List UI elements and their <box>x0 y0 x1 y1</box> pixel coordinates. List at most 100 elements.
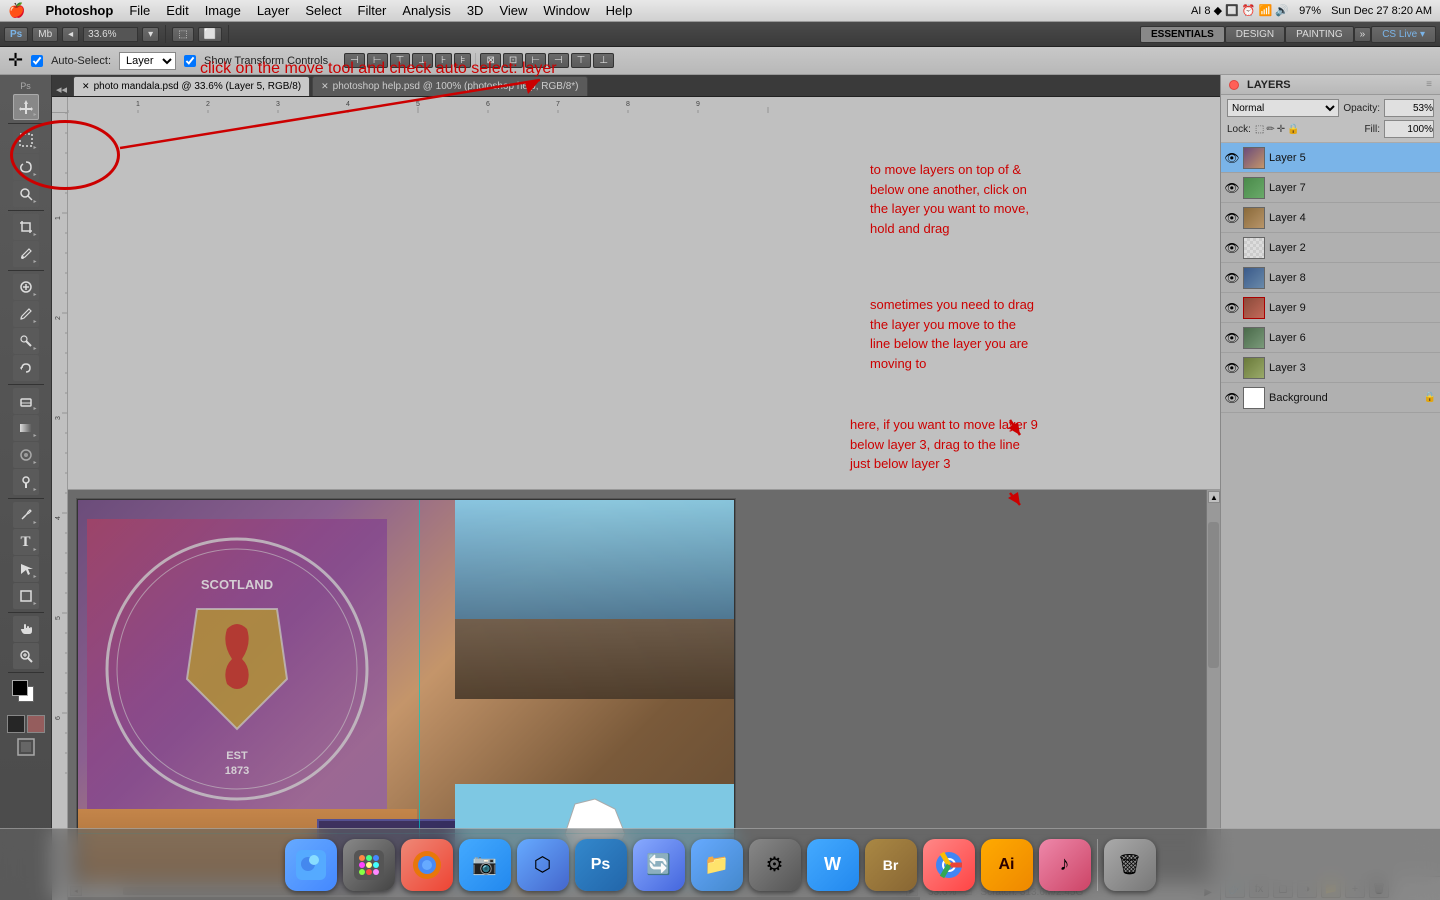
doc-canvas[interactable]: EST 1873 SCOTLAND <box>68 490 1206 882</box>
align-center-h[interactable]: ⊢ <box>367 53 388 68</box>
crop-tool[interactable]: ▸ <box>13 214 39 240</box>
quick-mask-mode[interactable] <box>27 715 45 733</box>
dock-illustrator[interactable]: Ai <box>981 839 1033 891</box>
screen-mode[interactable]: ⬚ <box>172 27 193 42</box>
lock-position[interactable]: ✛ <box>1277 124 1285 135</box>
auto-select-dropdown[interactable]: Layer Group <box>119 52 176 70</box>
gradient-tool[interactable]: ▸ <box>13 415 39 441</box>
marquee-tool[interactable]: ▸ <box>13 127 39 153</box>
layer-eye-7[interactable]: 👁 <box>1225 181 1239 195</box>
color-swatches[interactable] <box>12 680 40 708</box>
zoom-display[interactable]: 33.6% <box>83 27 138 42</box>
menu-3d[interactable]: 3D <box>467 3 484 18</box>
eyedropper-tool[interactable]: ▸ <box>13 241 39 267</box>
distribute-4[interactable]: ⊣ <box>548 53 569 68</box>
menu-filter[interactable]: Filter <box>358 3 387 18</box>
layer-item-2[interactable]: 👁 Layer 2 <box>1221 233 1440 263</box>
layer-item-7[interactable]: 👁 Layer 7 <box>1221 173 1440 203</box>
menu-layer[interactable]: Layer <box>257 3 290 18</box>
path-select-tool[interactable]: ▸ <box>13 556 39 582</box>
layer-item-bg[interactable]: 👁 Background 🔒 <box>1221 383 1440 413</box>
auto-select-checkbox[interactable] <box>31 55 43 67</box>
align-center-v[interactable]: ⊦ <box>435 53 452 68</box>
hand-tool[interactable] <box>13 616 39 642</box>
tab-close-1[interactable]: ✕ <box>82 81 90 92</box>
scroll-up[interactable]: ▲ <box>1208 491 1220 503</box>
layer-item-6[interactable]: 👁 Layer 6 <box>1221 323 1440 353</box>
navigate-back[interactable]: ◂ <box>62 27 79 42</box>
brush-tool[interactable]: ▸ <box>13 301 39 327</box>
align-top[interactable]: ⊥ <box>412 53 433 68</box>
align-left[interactable]: ⊣ <box>344 53 365 68</box>
panel-grip[interactable]: ≡ <box>1426 79 1432 90</box>
layer-item-8[interactable]: 👁 Layer 8 <box>1221 263 1440 293</box>
dock-launchpad[interactable] <box>343 839 395 891</box>
move-tool-icon[interactable]: ✛ <box>8 50 23 71</box>
dock-settings[interactable]: ⚙ <box>749 839 801 891</box>
dock-firefox[interactable] <box>401 839 453 891</box>
lock-transparent[interactable]: ⬚ <box>1255 124 1264 135</box>
tab-photo-mandala[interactable]: ✕ photo mandala.psd @ 33.6% (Layer 5, RG… <box>73 76 310 96</box>
standard-mode[interactable] <box>7 715 25 733</box>
zoom-tool[interactable] <box>13 643 39 669</box>
menu-window[interactable]: Window <box>543 3 589 18</box>
menu-photoshop[interactable]: Photoshop <box>45 3 113 18</box>
dock-iphoto[interactable]: 📷 <box>459 839 511 891</box>
layer-eye-6[interactable]: 👁 <box>1225 331 1239 345</box>
layer-eye-4[interactable]: 👁 <box>1225 211 1239 225</box>
layer-eye-9[interactable]: 👁 <box>1225 301 1239 315</box>
layer-eye-2[interactable]: 👁 <box>1225 241 1239 255</box>
layer-eye-8[interactable]: 👁 <box>1225 271 1239 285</box>
layer-item-4[interactable]: 👁 Layer 4 <box>1221 203 1440 233</box>
eraser-tool[interactable]: ▸ <box>13 388 39 414</box>
distribute-2[interactable]: ⊡ <box>503 53 523 68</box>
screen-mode-2[interactable]: ⬜ <box>198 27 222 42</box>
show-transform-checkbox[interactable] <box>184 55 196 67</box>
layer-item-9[interactable]: 👁 Layer 9 <box>1221 293 1440 323</box>
dock-aperture[interactable]: ⬡ <box>517 839 569 891</box>
dock-word[interactable]: W <box>807 839 859 891</box>
ws-design[interactable]: DESIGN <box>1225 26 1285 43</box>
dodge-tool[interactable]: ▸ <box>13 469 39 495</box>
align-right[interactable]: ⊤ <box>390 53 411 68</box>
clone-tool[interactable]: ▸ <box>13 328 39 354</box>
ws-more[interactable]: » <box>1354 27 1372 42</box>
collapse-panels[interactable]: ◂◂ <box>56 83 67 96</box>
opacity-input[interactable] <box>1384 99 1434 117</box>
scroll-thumb-v[interactable] <box>1208 522 1219 668</box>
distribute-6[interactable]: ⊥ <box>593 53 614 68</box>
quick-select-tool[interactable]: ▸ <box>13 181 39 207</box>
shape-tool[interactable]: ▸ <box>13 583 39 609</box>
distribute-5[interactable]: ⊤ <box>571 53 592 68</box>
layer-item-5[interactable]: 👁 Layer 5 <box>1221 143 1440 173</box>
mb-btn[interactable]: Mb <box>32 27 58 42</box>
menu-edit[interactable]: Edit <box>166 3 188 18</box>
layer-item-3[interactable]: 👁 Layer 3 <box>1221 353 1440 383</box>
menu-help[interactable]: Help <box>606 3 633 18</box>
distribute-3[interactable]: ⊢ <box>525 53 546 68</box>
dock-chrome[interactable] <box>923 839 975 891</box>
fill-input[interactable] <box>1384 120 1434 138</box>
dock-bridge[interactable]: Br <box>865 839 917 891</box>
panel-close-btn[interactable] <box>1229 80 1239 90</box>
healing-tool[interactable]: ▸ <box>13 274 39 300</box>
menu-select[interactable]: Select <box>305 3 341 18</box>
menu-view[interactable]: View <box>499 3 527 18</box>
zoom-dropdown[interactable]: ▾ <box>142 27 159 42</box>
layer-eye-3[interactable]: 👁 <box>1225 361 1239 375</box>
history-brush-tool[interactable] <box>13 355 39 381</box>
lasso-tool[interactable]: ▸ <box>13 154 39 180</box>
layer-eye-5[interactable]: 👁 <box>1225 151 1239 165</box>
ws-painting[interactable]: PAINTING <box>1285 26 1353 43</box>
apple-menu[interactable]: 🍎 <box>8 2 25 19</box>
move-tool[interactable]: ▸ <box>13 94 39 120</box>
tab-close-2[interactable]: ✕ <box>321 81 329 92</box>
ws-essentials[interactable]: ESSENTIALS <box>1140 26 1225 43</box>
dock-ps[interactable]: Ps <box>575 839 627 891</box>
dock-trash[interactable]: 🗑 <box>1104 839 1156 891</box>
dock-finder[interactable] <box>285 839 337 891</box>
distribute-1[interactable]: ⊠ <box>480 53 500 68</box>
vertical-scrollbar[interactable]: ▲ ▼ <box>1206 490 1220 882</box>
screen-mode-btn[interactable] <box>17 738 35 761</box>
menu-file[interactable]: File <box>129 3 150 18</box>
